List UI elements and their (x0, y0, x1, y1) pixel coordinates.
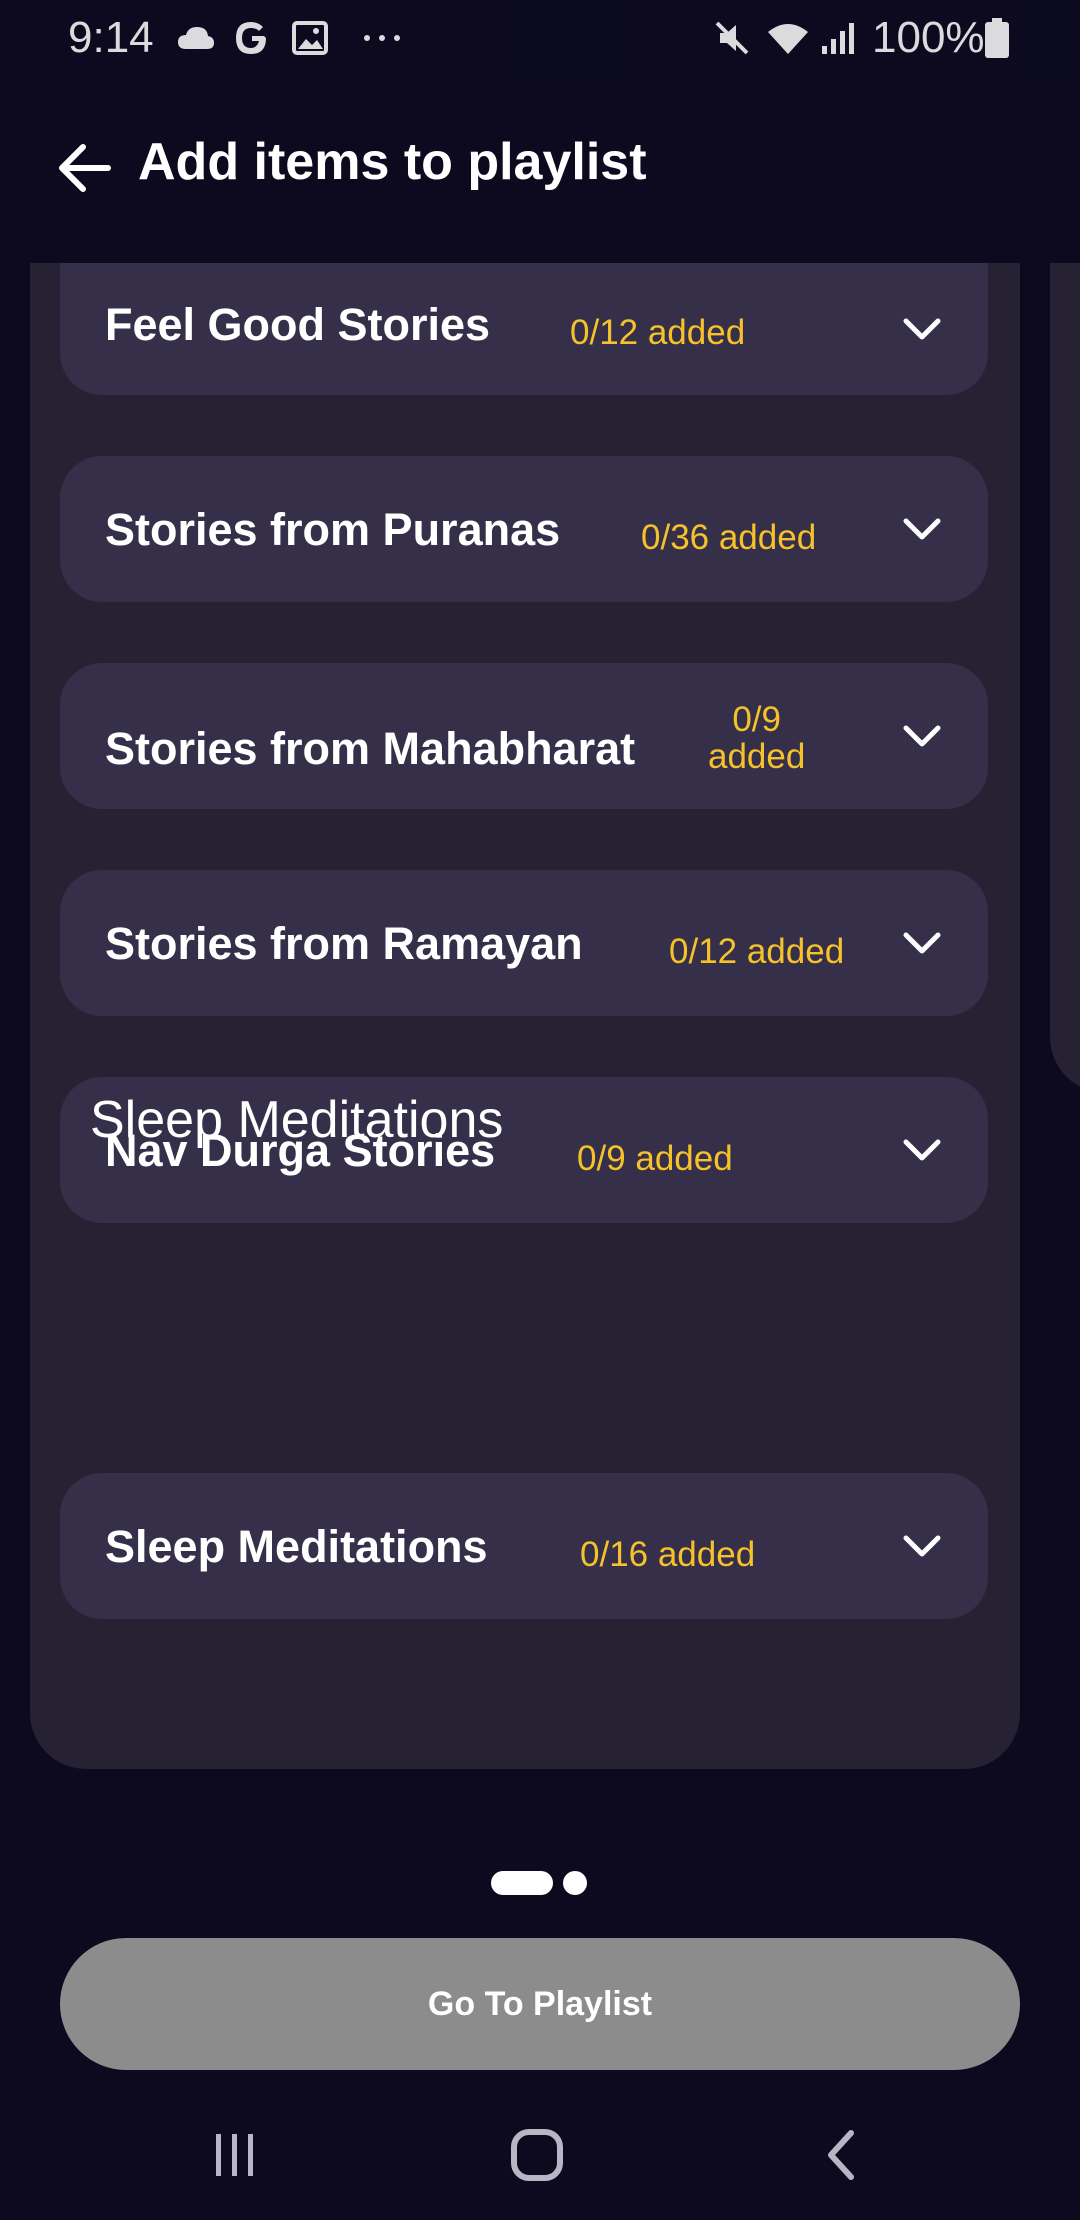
collection-stories-from-ramayan[interactable]: Stories from Ramayan 0/12 added (60, 870, 988, 1016)
chevron-down-icon (900, 714, 944, 758)
collection-count: 0/16 added (580, 1535, 756, 1574)
collection-feel-good-stories[interactable]: Feel Good Stories 0/12 added (60, 263, 988, 395)
collection-count: 0/12 added (570, 313, 746, 352)
chevron-left-icon (828, 2130, 854, 2180)
page-indicator-active[interactable] (491, 1871, 553, 1895)
collection-count-suffix: added (708, 737, 806, 776)
chevron-down-icon (900, 307, 944, 351)
home-button[interactable] (492, 2110, 582, 2200)
collection-count: 0/36 added (641, 518, 817, 557)
system-back-button[interactable] (796, 2110, 886, 2200)
arrow-left-icon (59, 144, 111, 192)
collection-stories-from-mahabharat[interactable]: Stories from Mahabharat 0/9 added (60, 663, 988, 809)
collection-title: Sleep Meditations (105, 1521, 488, 1572)
back-button[interactable] (48, 132, 120, 204)
collections-panel[interactable]: Feel Good Stories 0/12 added Stories fro… (30, 263, 1020, 1769)
go-to-playlist-button[interactable]: Go To Playlist (60, 1938, 1020, 2070)
next-page-panel (1050, 263, 1080, 1093)
collection-sleep-meditations[interactable]: Sleep Meditations 0/16 added (60, 1473, 988, 1619)
app-header: Add items to playlist (0, 78, 1080, 248)
image-icon (290, 16, 330, 60)
page-indicator-dot[interactable] (563, 1871, 587, 1895)
chevron-down-icon (900, 507, 944, 551)
collection-stories-from-puranas[interactable]: Stories from Puranas 0/36 added (60, 456, 988, 602)
page-indicator (0, 1870, 1080, 1896)
collection-count-fraction: 0/9 (732, 700, 781, 739)
collection-title: Feel Good Stories (105, 299, 491, 350)
collection-count: 0/12 added (669, 932, 845, 971)
chevron-down-icon (900, 1524, 944, 1568)
wifi-icon (764, 16, 812, 60)
home-icon (511, 2129, 563, 2181)
page-title: Add items to playlist (138, 133, 647, 191)
battery-icon (982, 16, 1012, 60)
recent-apps-icon (216, 2134, 253, 2176)
signal-icon (818, 16, 858, 60)
collection-title: Stories from Ramayan (105, 918, 583, 969)
status-bar: 9:14 100% (0, 0, 1080, 78)
cloud-icon (176, 16, 216, 60)
recent-apps-button[interactable] (190, 2110, 280, 2200)
battery-percent: 100% (872, 13, 985, 62)
section-heading: Sleep Meditations (90, 1091, 504, 1149)
mute-icon (712, 16, 752, 60)
chevron-down-icon (900, 921, 944, 965)
chevron-down-icon (900, 1128, 944, 1172)
system-nav-bar (0, 2080, 1080, 2220)
collection-count: 0/9 added (708, 701, 805, 775)
collection-title: Stories from Puranas (105, 504, 561, 555)
more-icon (360, 16, 404, 60)
collection-title: Stories from Mahabharat (105, 723, 636, 774)
status-time: 9:14 (68, 13, 154, 62)
google-icon (232, 16, 272, 60)
collection-count: 0/9 added (577, 1139, 733, 1178)
